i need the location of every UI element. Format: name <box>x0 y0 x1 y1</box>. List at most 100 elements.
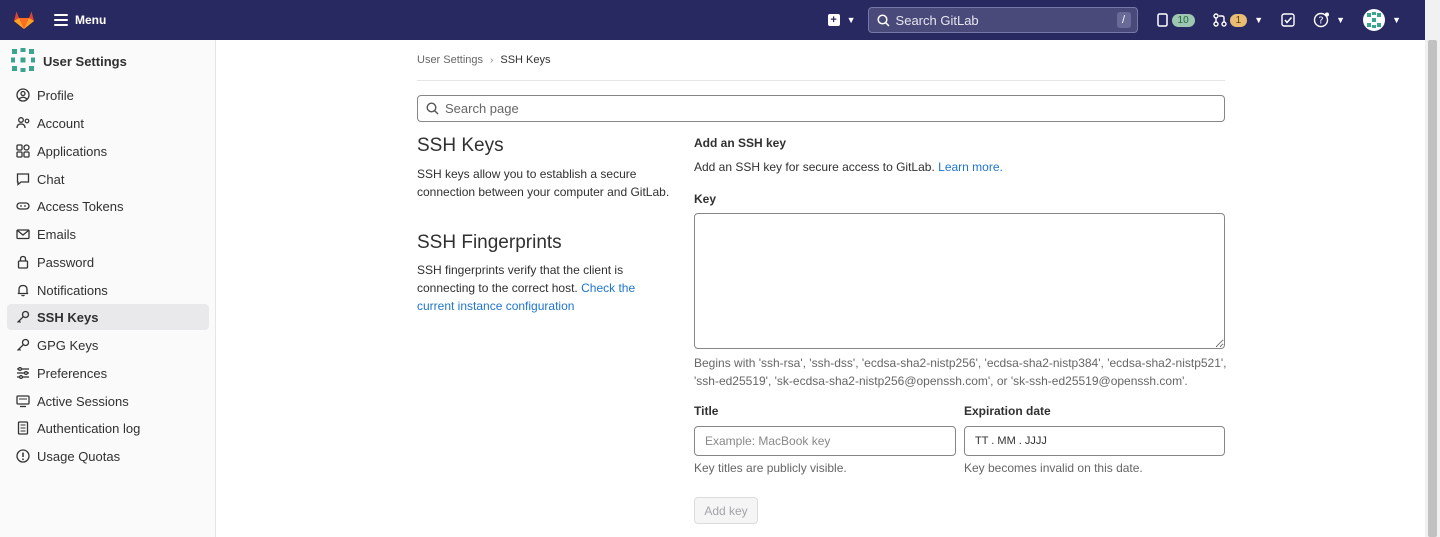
sidebar-item-emails[interactable]: Emails <box>7 221 209 247</box>
top-navbar: Menu + ▼ Search GitLab / 10 1 ▼ ? ▼ ▼ <box>0 0 1425 40</box>
avatar <box>1363 9 1386 31</box>
add-key-button[interactable]: Add key <box>694 497 758 524</box>
merge-requests-count-badge: 1 <box>1229 13 1248 27</box>
ssh-fingerprints-description: SSH fingerprints verify that the client … <box>417 261 677 315</box>
key-hint-line2: 'ssh-ed25519', 'sk-ecdsa-sha2-nistp256@o… <box>694 374 1188 388</box>
ssh-keys-description: SSH keys allow you to establish a secure… <box>417 167 670 199</box>
merge-request-icon <box>1212 13 1227 27</box>
sidebar-item-label: GPG Keys <box>37 337 99 353</box>
key-icon <box>16 338 30 352</box>
expiration-date-input[interactable]: TT . MM . JJJJ <box>964 426 1225 456</box>
applications-icon <box>16 144 30 158</box>
merge-requests-button[interactable]: 1 ▼ <box>1212 13 1264 27</box>
title-hint: Key titles are publicly visible. <box>694 461 847 475</box>
sidebar-item-label: Password <box>37 254 95 270</box>
learn-more-link[interactable]: Learn more. <box>938 160 1003 174</box>
sidebar-item-label: Preferences <box>37 365 108 381</box>
new-dropdown-button[interactable]: + ▼ <box>827 14 856 26</box>
expiration-date-hint: Key becomes invalid on this date. <box>964 461 1143 475</box>
expiration-date-value: TT . MM . JJJJ <box>975 435 1047 447</box>
key-textarea[interactable] <box>694 213 1225 349</box>
key-hint-line1: Begins with 'ssh-rsa', 'ssh-dss', 'ecdsa… <box>694 356 1227 370</box>
breadcrumb-current[interactable]: SSH Keys <box>500 54 550 66</box>
sidebar-item-applications[interactable]: Applications <box>7 138 209 164</box>
gitlab-logo-icon[interactable] <box>12 8 36 32</box>
account-icon <box>16 116 30 130</box>
divider <box>417 80 1225 81</box>
bell-icon <box>16 283 30 297</box>
preferences-icon <box>16 366 30 380</box>
ssh-keys-title: SSH Keys <box>417 135 504 156</box>
chevron-down-icon: ▼ <box>1392 15 1401 25</box>
sidebar-item-label: Authentication log <box>37 420 141 436</box>
intro-text: Add an SSH key for secure access to GitL… <box>694 160 935 174</box>
log-icon <box>16 421 30 435</box>
menu-label: Menu <box>75 13 107 27</box>
check-config-link-part1[interactable]: Check the <box>581 281 635 295</box>
chevron-down-icon: ▼ <box>1336 15 1346 25</box>
token-icon <box>16 199 30 213</box>
ssh-fingerprints-title: SSH Fingerprints <box>417 232 562 253</box>
search-icon <box>876 13 890 27</box>
chat-icon <box>16 172 30 186</box>
sidebar-item-label: Profile <box>37 87 74 103</box>
breadcrumb: User Settings › SSH Keys <box>417 54 551 66</box>
page-scrollbar[interactable] <box>1425 0 1440 537</box>
search-shortcut-hint: / <box>1116 12 1131 28</box>
sidebar-item-access-tokens[interactable]: Access Tokens <box>7 193 209 219</box>
sidebar-item-active-sessions[interactable]: Active Sessions <box>7 388 209 414</box>
profile-icon <box>16 88 30 102</box>
fingerprints-desc-line1: SSH fingerprints verify that the client … <box>417 263 624 277</box>
add-ssh-key-intro: Add an SSH key for secure access to GitL… <box>694 160 1003 174</box>
scrollbar-thumb[interactable] <box>1428 40 1437 537</box>
mail-icon <box>16 227 30 241</box>
sidebar-item-password[interactable]: Password <box>7 249 209 275</box>
global-search-input[interactable]: Search GitLab / <box>867 7 1138 33</box>
sidebar-item-gpg-keys[interactable]: GPG Keys <box>7 332 209 358</box>
sidebar-item-chat[interactable]: Chat <box>7 166 209 192</box>
sidebar-item-preferences[interactable]: Preferences <box>7 360 209 386</box>
key-format-hint: Begins with 'ssh-rsa', 'ssh-dss', 'ecdsa… <box>694 354 1227 390</box>
check-config-link-part2[interactable]: current instance configuration <box>417 299 574 313</box>
issues-button[interactable]: 10 <box>1156 13 1195 27</box>
todos-button[interactable] <box>1281 13 1295 27</box>
sidebar-item-label: Chat <box>37 171 65 187</box>
lock-icon <box>16 255 30 269</box>
sidebar-item-profile[interactable]: Profile <box>7 82 209 108</box>
sidebar: User Settings Profile Account Applicatio… <box>0 40 216 537</box>
plus-icon: + <box>827 14 840 26</box>
breadcrumb-parent-link[interactable]: User Settings <box>417 54 483 66</box>
sidebar-header[interactable]: User Settings <box>0 40 215 82</box>
fingerprints-desc-line2: connecting to the correct host. <box>417 281 578 295</box>
sidebar-item-label: Emails <box>37 226 77 242</box>
sidebar-item-account[interactable]: Account <box>7 110 209 136</box>
todo-checkbox-icon <box>1281 13 1295 27</box>
issues-count-badge: 10 <box>1171 13 1195 27</box>
search-placeholder: Search GitLab <box>895 12 979 28</box>
title-input[interactable]: Example: MacBook key <box>694 426 956 456</box>
sidebar-item-usage-quotas[interactable]: Usage Quotas <box>7 443 209 469</box>
quota-icon <box>16 449 30 463</box>
page-search-placeholder: Search page <box>445 101 519 116</box>
svg-text:?: ? <box>1319 16 1324 27</box>
add-ssh-key-heading: Add an SSH key <box>694 136 787 150</box>
sidebar-item-authentication-log[interactable]: Authentication log <box>7 415 209 441</box>
sidebar-item-label: Notifications <box>37 282 108 298</box>
chevron-down-icon: ▼ <box>1254 15 1264 25</box>
chevron-down-icon: ▼ <box>846 15 856 25</box>
title-label: Title <box>694 404 719 418</box>
user-menu-button[interactable]: ▼ <box>1363 9 1401 31</box>
issues-icon <box>1156 13 1168 27</box>
search-icon <box>426 102 439 115</box>
sidebar-item-label: Access Tokens <box>37 198 124 214</box>
sidebar-item-label: SSH Keys <box>37 309 99 325</box>
key-icon <box>16 310 30 324</box>
sidebar-item-notifications[interactable]: Notifications <box>7 277 209 303</box>
sidebar-item-ssh-keys[interactable]: SSH Keys <box>7 304 209 330</box>
monitor-icon <box>16 394 30 408</box>
page-search-input[interactable]: Search page <box>417 95 1225 122</box>
menu-button[interactable]: Menu <box>54 13 106 27</box>
user-settings-avatar-icon <box>10 47 36 76</box>
help-button[interactable]: ? ▼ <box>1313 12 1345 28</box>
chevron-right-icon: › <box>490 54 494 66</box>
